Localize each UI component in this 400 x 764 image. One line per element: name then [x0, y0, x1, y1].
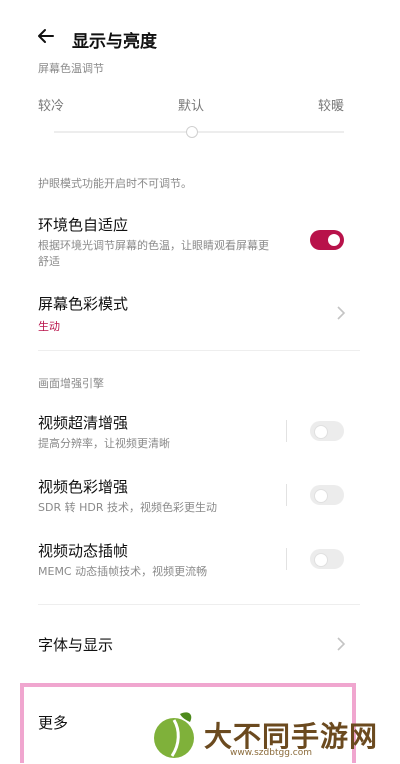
separator	[286, 420, 287, 442]
ambient-color-subtitle-line2: 舒适	[38, 255, 60, 268]
temp-label-default: 默认	[178, 99, 205, 114]
divider	[38, 350, 360, 351]
video-super-resolution-title: 视频超清增强	[38, 414, 129, 432]
color-temp-section-label: 屏幕色温调节	[38, 62, 104, 75]
video-frame-interpolation-subtitle: MEMC 动态插帧技术，视频更流畅	[38, 565, 208, 578]
toggle-knob	[314, 425, 328, 439]
temp-label-cool: 较冷	[38, 99, 65, 114]
ambient-color-subtitle: 根据环境光调节屏幕的色温，让眼睛观看屏幕更 舒适	[38, 238, 298, 270]
back-arrow-icon[interactable]	[34, 24, 58, 48]
video-super-resolution-toggle[interactable]	[310, 421, 344, 441]
temp-label-warm: 较暖	[318, 99, 345, 114]
engine-section-label: 画面增强引擎	[38, 377, 104, 390]
video-frame-interpolation-row[interactable]: 视频动态插帧 MEMC 动态插帧技术，视频更流畅	[38, 536, 360, 582]
color-temp-slider-thumb[interactable]	[186, 126, 198, 138]
toggle-knob	[314, 553, 328, 567]
watermark-url: www.szdbtgg.com	[230, 748, 312, 758]
chevron-right-icon	[337, 306, 346, 320]
separator	[286, 484, 287, 506]
watermark-leaf-logo	[154, 712, 194, 758]
color-mode-value: 生动	[38, 320, 60, 333]
video-color-enhance-subtitle: SDR 转 HDR 技术，视频色彩更生动	[38, 501, 217, 514]
video-frame-interpolation-toggle[interactable]	[310, 549, 344, 569]
color-mode-title: 屏幕色彩模式	[38, 295, 129, 313]
video-color-enhance-title: 视频色彩增强	[38, 478, 129, 496]
color-temp-slider-track	[54, 131, 344, 133]
color-mode-row[interactable]: 屏幕色彩模式 生动	[38, 288, 360, 338]
font-display-title: 字体与显示	[38, 636, 114, 654]
video-color-enhance-row[interactable]: 视频色彩增强 SDR 转 HDR 技术，视频色彩更生动	[38, 472, 360, 518]
ambient-color-subtitle-line1: 根据环境光调节屏幕的色温，让眼睛观看屏幕更	[38, 239, 269, 252]
font-display-row[interactable]: 字体与显示	[38, 628, 360, 662]
separator	[286, 548, 287, 570]
video-super-resolution-row[interactable]: 视频超清增强 提高分辨率，让视频更清晰	[38, 408, 360, 454]
video-frame-interpolation-title: 视频动态插帧	[38, 542, 129, 560]
ambient-color-row[interactable]: 环境色自适应 根据环境光调节屏幕的色温，让眼睛观看屏幕更 舒适	[38, 210, 360, 270]
video-super-resolution-subtitle: 提高分辨率，让视频更清晰	[38, 437, 170, 450]
video-color-enhance-toggle[interactable]	[310, 485, 344, 505]
color-temp-disabled-hint: 护眼模式功能开启时不可调节。	[38, 177, 192, 190]
toggle-knob	[328, 234, 340, 246]
toggle-knob	[314, 489, 328, 503]
divider	[38, 604, 360, 605]
more-item[interactable]: 更多	[38, 712, 68, 733]
chevron-right-icon	[337, 637, 346, 651]
ambient-color-toggle[interactable]	[310, 230, 344, 250]
page-title: 显示与亮度	[72, 32, 157, 52]
ambient-color-title: 环境色自适应	[38, 216, 129, 234]
